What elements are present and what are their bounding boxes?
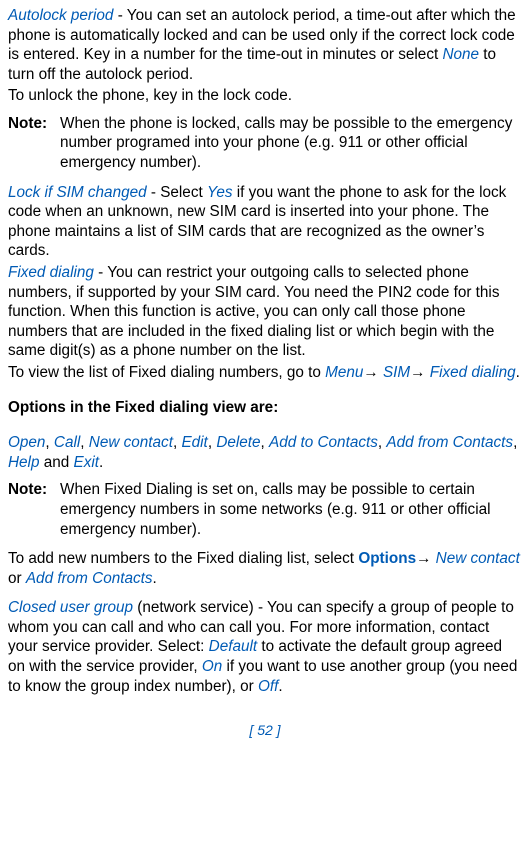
fixed-dialing-term: Fixed dialing: [8, 264, 94, 281]
option-edit: Edit: [181, 434, 207, 451]
page-number: [ 52 ]: [8, 722, 522, 740]
fixed-dialing-paragraph: Fixed dialing - You can restrict your ou…: [8, 263, 522, 361]
option-help: Help: [8, 454, 39, 471]
text: To view the list of Fixed dialing number…: [8, 364, 325, 381]
off-option: Off: [258, 678, 278, 695]
option-exit: Exit: [74, 454, 100, 471]
and: and: [39, 454, 73, 471]
new-contact-option: New contact: [431, 550, 519, 567]
unlock-instruction: To unlock the phone, key in the lock cod…: [8, 86, 522, 106]
arrow-icon: →: [416, 550, 431, 567]
note-label: Note:: [8, 114, 60, 173]
text: To add new numbers to the Fixed dialing …: [8, 550, 358, 567]
text: .: [516, 364, 520, 381]
note-body: When the phone is locked, calls may be p…: [60, 114, 522, 173]
options-heading: Options in the Fixed dialing view are:: [8, 398, 522, 418]
arrow-icon: →: [410, 364, 425, 381]
fixed-dialing-item: Fixed dialing: [425, 364, 515, 381]
menu-path-paragraph: To view the list of Fixed dialing number…: [8, 363, 522, 383]
add-from-contacts-option: Add from Contacts: [26, 570, 153, 587]
note-emergency-fixed: Note: When Fixed Dialing is set on, call…: [8, 480, 522, 539]
autolock-term: Autolock period: [8, 7, 113, 24]
option-new-contact: New contact: [89, 434, 173, 451]
note-label: Note:: [8, 480, 60, 539]
comma: ,: [80, 434, 89, 451]
options-list: Open, Call, New contact, Edit, Delete, A…: [8, 433, 522, 472]
note-emergency-locked: Note: When the phone is locked, calls ma…: [8, 114, 522, 173]
option-open: Open: [8, 434, 45, 451]
on-option: On: [202, 658, 222, 675]
text: .: [278, 678, 282, 695]
lock-sim-term: Lock if SIM changed: [8, 184, 147, 201]
text: .: [153, 570, 157, 587]
none-option: None: [442, 46, 479, 63]
menu-item: Menu: [325, 364, 363, 381]
yes-option: Yes: [207, 184, 233, 201]
option-delete: Delete: [216, 434, 260, 451]
text: - Select: [147, 184, 207, 201]
comma: ,: [261, 434, 270, 451]
arrow-icon: →: [363, 364, 378, 381]
closed-user-group-paragraph: Closed user group (network service) - Yo…: [8, 598, 522, 696]
comma: ,: [513, 434, 517, 451]
option-add-to-contacts: Add to Contacts: [269, 434, 378, 451]
lock-sim-paragraph: Lock if SIM changed - Select Yes if you …: [8, 183, 522, 261]
default-option: Default: [209, 638, 257, 655]
note-body: When Fixed Dialing is set on, calls may …: [60, 480, 522, 539]
autolock-paragraph: Autolock period - You can set an autoloc…: [8, 6, 522, 84]
option-add-from-contacts: Add from Contacts: [386, 434, 513, 451]
cug-term: Closed user group: [8, 599, 133, 616]
text: or: [8, 570, 26, 587]
comma: ,: [45, 434, 54, 451]
option-call: Call: [54, 434, 80, 451]
period: .: [99, 454, 103, 471]
options-label: Options: [358, 550, 416, 567]
add-numbers-paragraph: To add new numbers to the Fixed dialing …: [8, 549, 522, 588]
sim-item: SIM: [379, 364, 410, 381]
